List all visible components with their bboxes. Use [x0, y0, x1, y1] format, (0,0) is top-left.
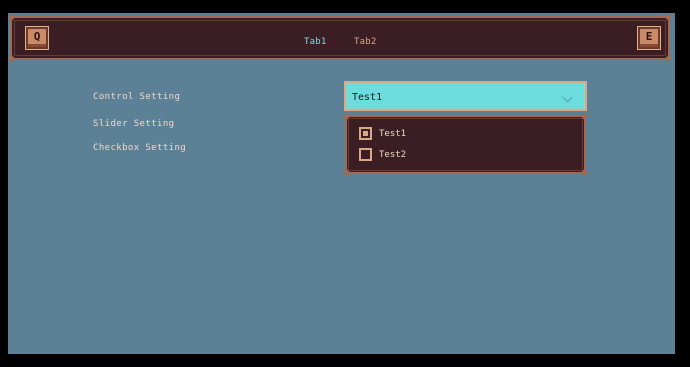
- checkbox-unchecked-icon[interactable]: [359, 148, 372, 161]
- selected-value: Test1: [352, 92, 383, 103]
- option-label: Test2: [379, 150, 407, 160]
- corner-ornament: [664, 54, 673, 63]
- tab-tab2[interactable]: Tab2: [354, 37, 376, 47]
- option-label: Test1: [379, 129, 407, 139]
- tab-bar: Q Tab1 Tab2 E: [8, 13, 673, 63]
- next-tab-key-e[interactable]: E: [638, 27, 660, 49]
- corner-ornament: [664, 13, 673, 22]
- dropdown-menu: Test1 Test2: [342, 112, 589, 177]
- prev-tab-key-q[interactable]: Q: [26, 27, 48, 49]
- tab-tab1[interactable]: Tab1: [304, 37, 326, 47]
- checkbox-checked-icon[interactable]: [359, 127, 372, 140]
- corner-ornament: [8, 13, 16, 22]
- control-setting-select[interactable]: Test1: [344, 81, 587, 111]
- corner-ornament: [580, 112, 589, 121]
- slider-setting-label: Slider Setting: [93, 119, 175, 129]
- corner-ornament: [580, 168, 589, 177]
- corner-ornament: [342, 112, 351, 121]
- chevron-down-icon: [562, 92, 573, 103]
- corner-ornament: [342, 168, 351, 177]
- game-menu-frame: Q Tab1 Tab2 E Control Setting Slider Set…: [8, 13, 675, 354]
- corner-ornament: [8, 54, 16, 63]
- checkbox-setting-label: Checkbox Setting: [93, 143, 187, 153]
- control-setting-label: Control Setting: [93, 92, 181, 102]
